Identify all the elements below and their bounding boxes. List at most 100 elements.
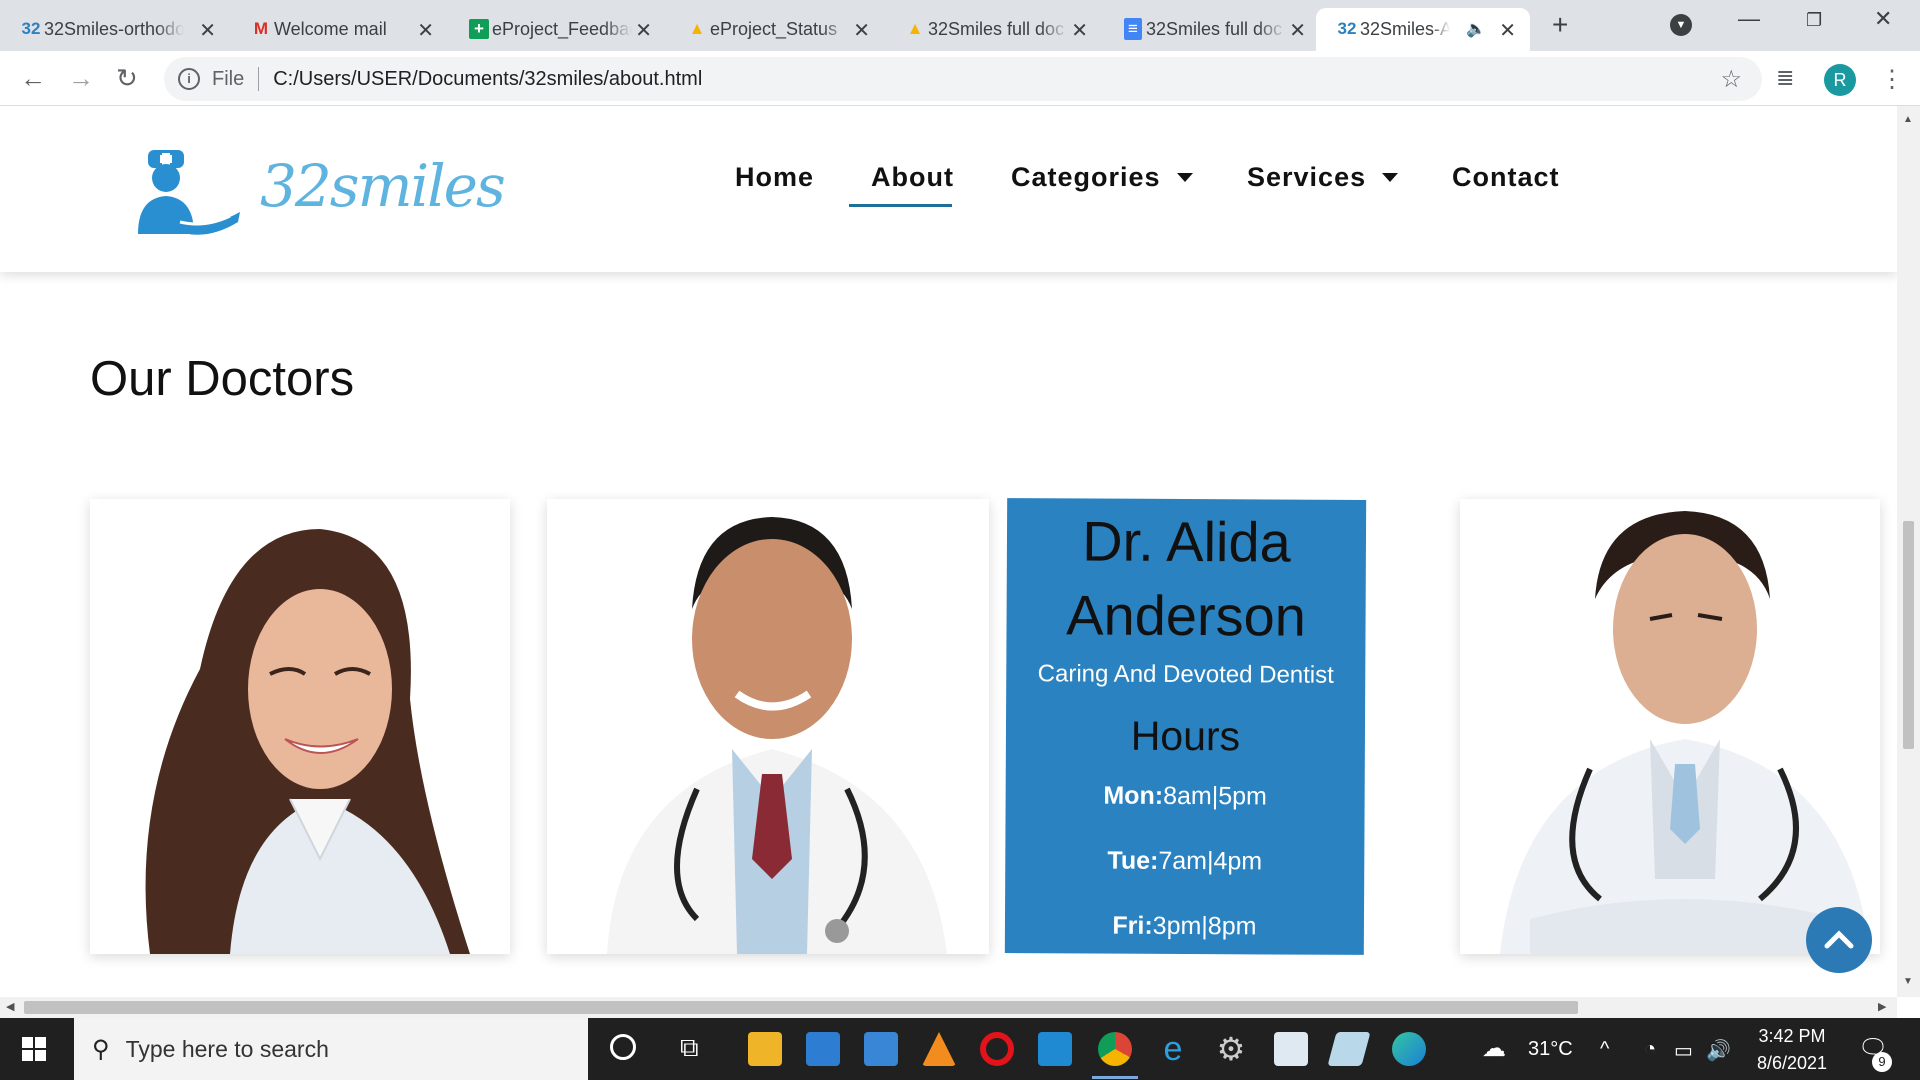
weather-cloud-icon[interactable]: ☁ [1482,1034,1506,1063]
male-doctor-photo [607,517,947,954]
scroll-to-top-button[interactable] [1806,907,1872,973]
windows-start-icon[interactable] [22,1037,46,1066]
search-placeholder: Type here to search [125,1035,329,1062]
drive-icon: ▲ [688,19,706,38]
chevron-up-icon [1824,930,1854,949]
close-tab-icon[interactable]: ✕ [1289,18,1306,43]
nav-services[interactable]: Services [1247,162,1399,193]
nav-home[interactable]: Home [735,162,814,193]
browser-tab[interactable]: ▲ eProject_Status ✕ [666,8,884,51]
media-control-icon[interactable]: ≣ [1776,65,1794,91]
notepad-icon[interactable] [1274,1032,1308,1066]
active-app-indicator [1092,1076,1138,1079]
scrollbar-thumb[interactable] [24,1001,1578,1014]
sheets-icon: + [468,18,490,40]
minimize-icon[interactable]: — [1738,6,1760,32]
doctor-name: Dr. Alida Anderson [1066,509,1307,648]
browser-tab[interactable]: M Welcome mail ✕ [230,8,448,51]
scrollbar-thumb[interactable] [1903,521,1914,749]
task-view-icon[interactable]: ⧉ [680,1032,699,1064]
browser-tab-active[interactable]: 32 32Smiles-About 🔈 ✕ [1316,8,1530,51]
taskbar-search-box[interactable]: ⚲ Type here to search [74,1018,588,1080]
scroll-up-arrow-icon[interactable]: ▲ [1903,114,1913,125]
horizontal-scrollbar[interactable]: ◀ ▶ [0,997,1897,1018]
page-viewport: 32smiles Home About Categories Services … [0,106,1897,997]
app-icon[interactable] [1327,1032,1371,1066]
female-doctor-photo [145,529,471,954]
docs-icon: ≡ [1122,18,1144,40]
file-explorer-icon[interactable] [748,1032,782,1066]
doctor-info-card[interactable]: Dr. Alida Anderson Caring And Devoted Den… [1004,498,1367,955]
temperature-readout[interactable]: 31°C [1528,1038,1573,1061]
audio-playing-icon[interactable]: 🔈 [1466,19,1486,39]
volume-icon[interactable]: 🔊 [1706,1038,1731,1063]
reload-icon[interactable]: ↻ [116,63,138,93]
opera-icon[interactable] [980,1032,1014,1066]
browser-tab[interactable]: + eProject_Feedback ✕ [448,8,666,51]
bookmark-star-icon[interactable]: ☆ [1720,65,1742,94]
site-logo[interactable]: 32smiles [130,142,506,242]
search-icon: ⚲ [92,1035,110,1063]
forward-icon[interactable]: → [68,63,94,93]
clock-time: 3:42 PM [1758,1026,1826,1046]
browser-tab[interactable]: ▲ 32Smiles full doc ✕ [884,8,1102,51]
close-tab-icon[interactable]: ✕ [1499,18,1516,43]
browser-tab[interactable]: 32 32Smiles-orthodontics ✕ [0,8,230,51]
favicon-icon: 32 [1337,19,1357,38]
nav-categories[interactable]: Categories [1011,162,1193,193]
scroll-right-arrow-icon[interactable]: ▶ [1878,1000,1886,1013]
close-tab-icon[interactable]: ✕ [635,18,652,43]
hours-row: Tue:7am|4pm [1107,846,1263,876]
internet-explorer-icon[interactable]: e [1156,1032,1190,1066]
close-tab-icon[interactable]: ✕ [853,18,870,43]
notification-count-badge: 9 [1872,1052,1892,1072]
battery-icon[interactable]: ▭ [1674,1038,1693,1063]
chrome-icon[interactable] [1098,1032,1132,1066]
scroll-left-arrow-icon[interactable]: ◀ [6,1000,14,1013]
url-scheme: File [212,67,245,90]
hours-row: Mon:8am|5pm [1103,781,1267,811]
male-doctor-photo [1500,511,1870,954]
close-tab-icon[interactable]: ✕ [417,18,434,43]
scroll-down-arrow-icon[interactable]: ▼ [1903,976,1913,987]
gmail-icon: M [253,19,269,38]
hours-title: Hours [1130,712,1241,760]
doctor-photo-card[interactable] [547,499,989,954]
wifi-icon[interactable]: ◔ [1644,1038,1656,1061]
info-icon[interactable]: i [178,68,200,90]
mail-icon[interactable] [864,1032,898,1066]
edge-icon[interactable] [1392,1032,1426,1066]
browser-tab[interactable]: ≡ 32Smiles full doc ✕ [1102,8,1320,51]
section-title: Our Doctors [90,352,355,406]
restore-icon[interactable]: ❐ [1806,10,1822,31]
close-tab-icon[interactable]: ✕ [199,18,216,43]
store-icon[interactable] [806,1032,840,1066]
nav-contact[interactable]: Contact [1452,162,1560,193]
close-window-icon[interactable]: ✕ [1874,6,1892,32]
doctor-photo-card[interactable] [90,499,510,954]
clock[interactable]: 3:42 PM 8/6/2021 [1752,1026,1832,1074]
doctor-tagline: Caring And Devoted Dentist [1037,660,1334,689]
back-icon[interactable]: ← [20,63,46,93]
chevron-up-icon[interactable]: ^ [1600,1038,1609,1061]
dentist-logo-icon [138,150,240,235]
profile-avatar[interactable]: R [1824,64,1856,96]
cortana-icon[interactable] [610,1034,636,1060]
close-tab-icon[interactable]: ✕ [1071,18,1088,43]
new-tab-icon[interactable]: + [1552,10,1568,40]
vlc-icon[interactable] [922,1032,956,1066]
vertical-scrollbar[interactable]: ▲ ▼ [1897,106,1920,997]
browser-toolbar: ← → ↻ i File C:/Users/USER/Documents/32s… [0,51,1920,106]
site-header: 32smiles Home About Categories Services … [0,106,1897,272]
menu-icon[interactable]: ⋮ [1880,65,1904,94]
settings-gear-icon[interactable]: ⚙ [1214,1032,1248,1066]
vscode-icon[interactable] [1038,1032,1072,1066]
nav-about[interactable]: About [871,162,954,193]
doctor-photo-card[interactable] [1460,499,1880,954]
tab-search-icon[interactable]: ▼ [1670,14,1692,36]
windows-taskbar: ⚲ Type here to search ⧉ e ⚙ ☁ 31°C ^ ◔ ▭… [0,1018,1920,1080]
tab-strip: 32 32Smiles-orthodontics ✕ M Welcome mai… [0,0,1920,51]
url-text[interactable]: C:/Users/USER/Documents/32smiles/about.h… [273,68,702,91]
address-bar[interactable]: i File C:/Users/USER/Documents/32smiles/… [164,57,1762,101]
hours-row: Fri:3pm|8pm [1112,911,1257,941]
